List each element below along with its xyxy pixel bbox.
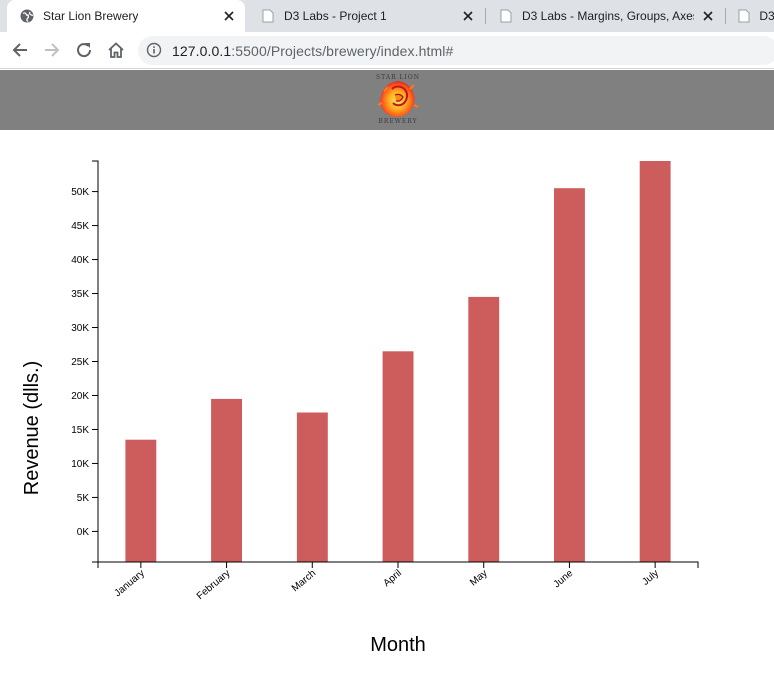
tab-d3[interactable]: D3: [726, 0, 774, 32]
y-tick-label: 0K: [77, 527, 90, 538]
url-text: 127.0.0.1:5500/Projects/brewery/index.ht…: [172, 43, 453, 59]
x-tick-label: March: [290, 568, 318, 594]
page-icon: [498, 8, 514, 24]
y-tick-label: 30K: [71, 323, 89, 334]
bar-june: [554, 188, 585, 562]
reload-button[interactable]: [72, 38, 96, 62]
browser-toolbar: 127.0.0.1:5500/Projects/brewery/index.ht…: [0, 32, 774, 69]
tab-title: D3 Labs - Project 1: [284, 9, 387, 23]
x-tick-label: April: [382, 568, 404, 589]
x-axis: January February March April May June July: [97, 561, 699, 602]
x-tick-label: May: [468, 568, 490, 589]
tab-strip: Star Lion Brewery D3 Labs - Project 1 D3…: [0, 0, 774, 32]
home-button[interactable]: [104, 38, 128, 62]
tab-title: D3: [759, 9, 774, 23]
x-axis-title: Month: [370, 634, 426, 656]
info-icon[interactable]: [146, 42, 162, 58]
close-tab-icon[interactable]: [221, 8, 237, 24]
home-icon: [108, 42, 124, 58]
bar-march: [296, 412, 328, 562]
reload-icon: [77, 43, 92, 58]
bar-january: [125, 439, 157, 562]
tab-star-lion-brewery[interactable]: Star Lion Brewery: [7, 0, 245, 32]
x-tick-label: July: [640, 568, 661, 588]
bars-group: [125, 161, 671, 562]
tab-title: Star Lion Brewery: [43, 9, 139, 23]
address-bar[interactable]: 127.0.0.1:5500/Projects/brewery/index.ht…: [138, 36, 774, 65]
forward-button[interactable]: [40, 38, 64, 62]
brewery-logo[interactable]: STAR LION BREWERY: [372, 73, 424, 127]
tab-d3-labs-project-1[interactable]: D3 Labs - Project 1: [248, 0, 484, 32]
url-path: :5500/Projects/brewery/index.html#: [231, 43, 454, 59]
url-host: 127.0.0.1: [172, 43, 232, 59]
y-tick-label: 20K: [71, 391, 89, 402]
bar-july: [639, 161, 671, 562]
y-axis-title: Revenue (dlls.): [21, 361, 43, 496]
y-axis: 0K 5K 10K 15K 20K 25K 30K 35K 40K 45K 50K: [71, 160, 99, 563]
y-tick-label: 25K: [71, 357, 89, 368]
x-tick-label: January: [113, 568, 147, 599]
y-tick-label: 5K: [77, 493, 90, 504]
close-tab-icon[interactable]: [700, 8, 716, 24]
bar-april: [382, 351, 414, 562]
y-tick-label: 10K: [71, 459, 89, 470]
revenue-chart: 0K 5K 10K 15K 20K 25K 30K 35K 40K 45K 50K January F…: [21, 160, 699, 656]
y-tick-label: 50K: [71, 187, 89, 198]
logo-text-bottom: BREWERY: [378, 118, 418, 125]
bar-february: [211, 398, 242, 562]
back-button[interactable]: [8, 38, 32, 62]
tab-d3-labs-margins[interactable]: D3 Labs - Margins, Groups, Axes: [486, 0, 724, 32]
logo-text-top: STAR LION: [375, 74, 421, 81]
y-tick-label: 40K: [71, 255, 89, 266]
site-header: STAR LION BREWERY: [0, 70, 774, 130]
bar-may: [468, 296, 500, 562]
x-tick-label: June: [552, 568, 576, 591]
y-tick-label: 35K: [71, 289, 89, 300]
y-tick-label: 45K: [71, 221, 89, 232]
tab-title: D3 Labs - Margins, Groups, Axes: [522, 9, 694, 23]
page-icon: [260, 8, 276, 24]
x-tick-label: February: [195, 568, 233, 602]
page-icon: [736, 8, 751, 24]
arrow-left-icon: [12, 43, 27, 57]
globe-icon: [19, 8, 35, 24]
arrow-right-icon: [45, 43, 60, 57]
close-tab-icon[interactable]: [460, 8, 476, 24]
y-tick-label: 15K: [71, 425, 89, 436]
